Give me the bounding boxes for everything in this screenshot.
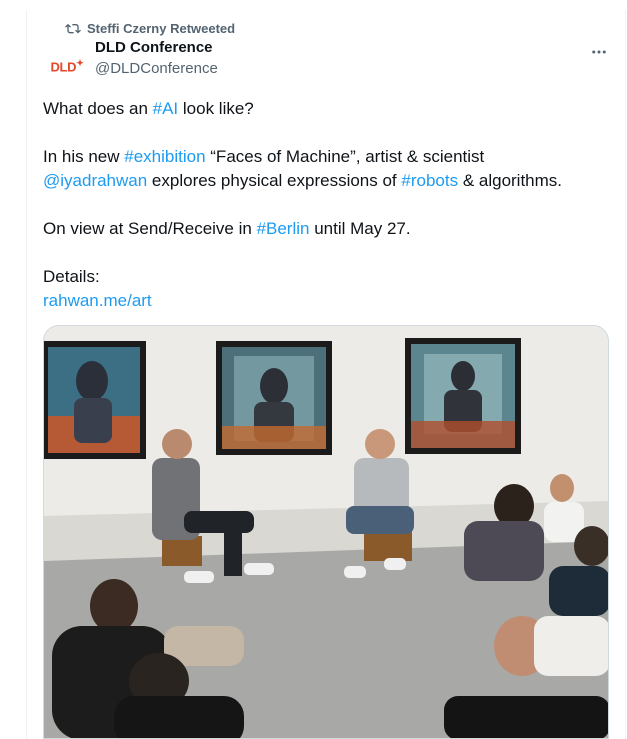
retweet-indicator: Steffi Czerny Retweeted [65,20,235,36]
tweet-text-line-3: On view at Send/Receive in #Berlin until… [43,219,411,238]
hashtag-link[interactable]: #exhibition [124,147,205,166]
painting-right [405,338,521,454]
avatar-logo: DLD✦ [50,57,84,75]
tweet-text-line-1: What does an #AI look like? [43,99,254,118]
author-handle[interactable]: @DLDConference [95,60,218,77]
tweet-card[interactable]: Steffi Czerny Retweeted DLD✦ DLD Confere… [26,10,626,739]
exhibition-photo [44,326,608,738]
details-link[interactable]: rahwan.me/art [43,291,152,310]
tweet-photo[interactable] [43,325,609,739]
hashtag-link[interactable]: #AI [153,99,179,118]
hashtag-link[interactable]: #robots [401,171,458,190]
author-name[interactable]: DLD Conference [95,39,213,56]
mention-link[interactable]: @iyadrahwan [43,171,147,190]
tweet-text-line-2: In his new #exhibition “Faces of Machine… [43,147,563,190]
avatar[interactable]: DLD✦ [47,46,87,86]
painting-left [44,341,146,459]
more-options-icon[interactable] [587,40,611,64]
painting-center [216,341,332,455]
retweet-icon [65,21,81,35]
retweet-label[interactable]: Steffi Czerny Retweeted [87,21,235,36]
hashtag-link[interactable]: #Berlin [257,219,310,238]
details-label: Details: [43,267,100,286]
details-link-row: rahwan.me/art [43,289,603,313]
